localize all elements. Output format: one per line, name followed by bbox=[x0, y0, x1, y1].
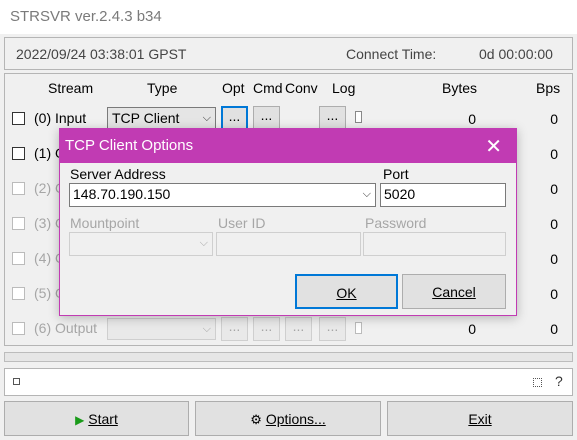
panel-icon[interactable] bbox=[533, 378, 542, 387]
connect-time-label: Connect Time: bbox=[346, 46, 437, 62]
bytes-value: 0 bbox=[468, 111, 476, 127]
log-indicator bbox=[355, 111, 362, 123]
stream-type-value: TCP Client bbox=[112, 110, 180, 126]
server-address-combo[interactable]: 148.70.190.150 ⌵ bbox=[69, 183, 376, 207]
stream-label: (0) Input bbox=[34, 110, 87, 126]
stream-checkbox[interactable] bbox=[12, 112, 25, 125]
header-cmd: Cmd bbox=[253, 80, 283, 96]
password-label: Password bbox=[365, 215, 427, 231]
opt-button[interactable]: ... bbox=[221, 106, 248, 130]
start-button[interactable]: ▶ Start bbox=[4, 401, 189, 436]
stream-checkbox[interactable] bbox=[12, 252, 25, 265]
cmd-button[interactable]: ... bbox=[253, 106, 280, 130]
header-log: Log bbox=[332, 80, 356, 96]
help-icon[interactable]: ? bbox=[555, 373, 563, 389]
play-icon: ▶ bbox=[75, 413, 85, 427]
ok-button[interactable]: OK bbox=[295, 274, 398, 309]
tcp-client-options-dialog: TCP Client Options ✕ Server Address 148.… bbox=[59, 128, 517, 316]
datetime-text: 2022/09/24 03:38:01 GPST bbox=[16, 46, 187, 62]
chevron-down-icon: ⌵ bbox=[362, 188, 371, 200]
options-button[interactable]: ⚙ Options... bbox=[195, 401, 381, 436]
connect-time-value: 0d 00:00:00 bbox=[479, 46, 553, 62]
mountpoint-combo[interactable]: ⌵ bbox=[69, 232, 213, 256]
log-indicator bbox=[355, 322, 362, 334]
exit-button[interactable]: Exit bbox=[387, 401, 573, 436]
stream-checkbox[interactable] bbox=[12, 147, 25, 160]
port-label: Port bbox=[383, 166, 409, 182]
header-bps: Bps bbox=[536, 80, 561, 96]
bps-value: 0 bbox=[550, 111, 558, 127]
chevron-down-icon: ⌵ bbox=[202, 112, 211, 124]
dialog-title-bar: TCP Client Options ✕ bbox=[60, 129, 516, 163]
stream-checkbox[interactable] bbox=[12, 322, 25, 335]
password-field[interactable] bbox=[363, 232, 506, 256]
header-type: Type bbox=[147, 80, 178, 96]
status-panel: 2022/09/24 03:38:01 GPST Connect Time: 0… bbox=[4, 37, 573, 70]
user-id-label: User ID bbox=[218, 215, 266, 231]
header-stream: Stream bbox=[48, 80, 94, 96]
header-bytes: Bytes bbox=[442, 80, 478, 96]
stream-checkbox[interactable] bbox=[12, 217, 25, 230]
stream-type-select[interactable]: TCP Client ⌵ bbox=[107, 107, 216, 129]
opt-button[interactable]: ... bbox=[221, 317, 248, 341]
stream-label: (6) Output bbox=[34, 320, 98, 336]
progress-bar bbox=[4, 352, 573, 362]
port-field[interactable]: 5020 bbox=[380, 183, 506, 207]
stream-type-select[interactable]: ⌵ bbox=[107, 318, 216, 340]
bps-value: 0 bbox=[550, 321, 558, 337]
server-address-value: 148.70.190.150 bbox=[73, 186, 171, 202]
close-icon[interactable]: ✕ bbox=[485, 134, 502, 159]
header-conv: Conv bbox=[285, 80, 318, 96]
window-title: STRSVR ver.2.4.3 b34 bbox=[10, 8, 162, 25]
chevron-down-icon: ⌵ bbox=[199, 237, 208, 249]
chevron-down-icon: ⌵ bbox=[202, 323, 211, 335]
gear-icon: ⚙ bbox=[250, 412, 262, 427]
cmd-button[interactable]: ... bbox=[253, 317, 280, 341]
user-id-field[interactable] bbox=[216, 232, 361, 256]
log-button[interactable]: ... bbox=[319, 317, 346, 341]
conv-button[interactable]: ... bbox=[285, 317, 312, 341]
dialog-title: TCP Client Options bbox=[65, 137, 194, 154]
cancel-button[interactable]: Cancel bbox=[402, 274, 506, 309]
title-bar: STRSVR ver.2.4.3 b34 bbox=[0, 0, 577, 34]
log-button[interactable]: ... bbox=[319, 106, 346, 130]
stream-checkbox[interactable] bbox=[12, 182, 25, 195]
bytes-value: 0 bbox=[468, 321, 476, 337]
header-opt: Opt bbox=[222, 80, 245, 96]
mountpoint-label: Mountpoint bbox=[70, 215, 140, 231]
server-address-label: Server Address bbox=[70, 166, 166, 182]
message-bar: ? bbox=[4, 368, 573, 396]
trace-icon[interactable] bbox=[13, 378, 20, 385]
stream-checkbox[interactable] bbox=[12, 287, 25, 300]
